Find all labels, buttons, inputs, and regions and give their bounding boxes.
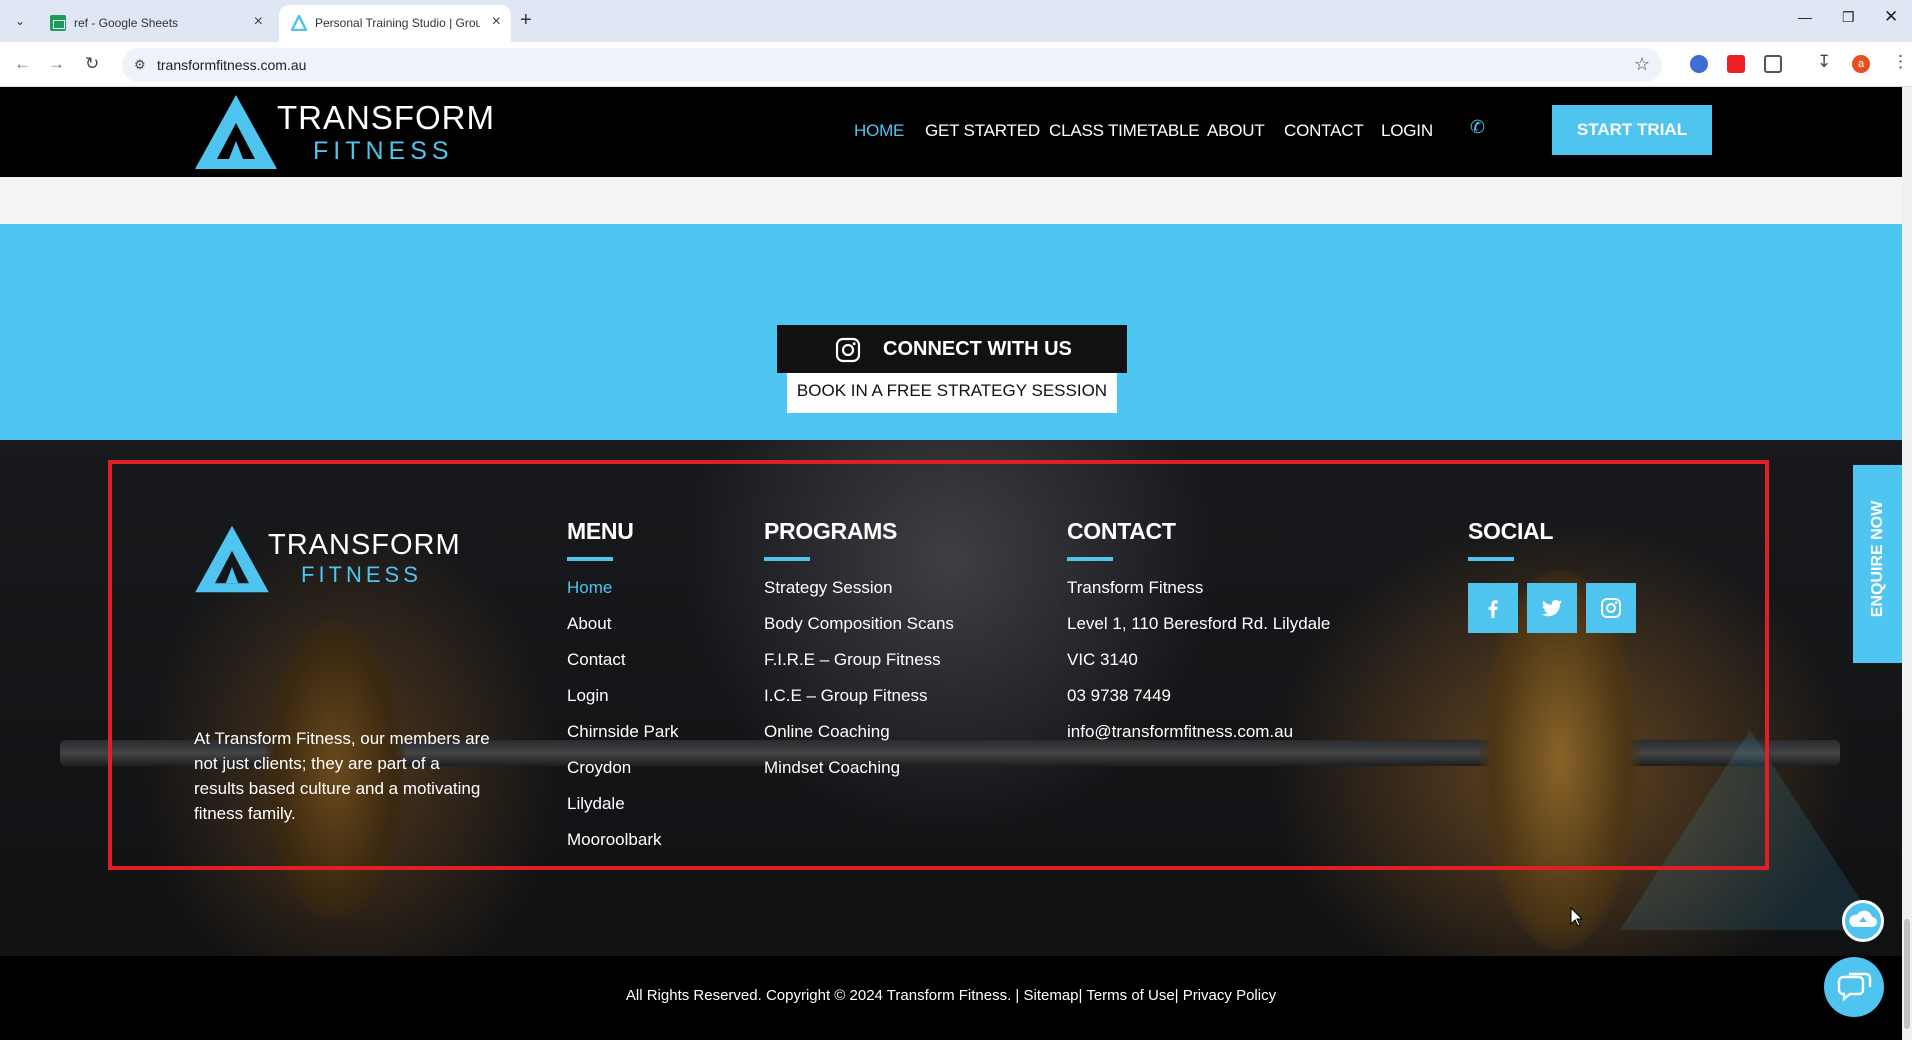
enquire-now-label: ENQUIRE NOW <box>1869 500 1886 618</box>
menu-link-about[interactable]: About <box>567 614 679 650</box>
nav-about[interactable]: ABOUT <box>1207 121 1265 141</box>
site-info-icon[interactable]: ⚙ <box>134 57 146 73</box>
address-bar[interactable]: ⚙ transformfitness.com.au ☆ <box>122 48 1662 82</box>
page-scrollbar[interactable] <box>1902 87 1912 1040</box>
menu-link-home[interactable]: Home <box>567 578 679 614</box>
program-link-fire[interactable]: F.I.R.E – Group Fitness <box>764 650 954 686</box>
facebook-icon <box>1488 600 1498 618</box>
profile-avatar[interactable]: a <box>1852 55 1870 73</box>
sheets-icon <box>50 15 66 31</box>
extension-shield-icon[interactable] <box>1727 55 1745 73</box>
program-link-ice[interactable]: I.C.E – Group Fitness <box>764 686 954 722</box>
logo-text-transform: TRANSFORM <box>268 529 461 561</box>
nav-home[interactable]: HOME <box>854 121 904 141</box>
twitter-button[interactable] <box>1527 583 1577 633</box>
social-heading: SOCIAL <box>1468 518 1554 544</box>
bookmark-star-icon[interactable]: ☆ <box>1634 54 1650 75</box>
instagram-icon <box>835 337 861 363</box>
book-strategy-session-button[interactable]: BOOK IN A FREE STRATEGY SESSION <box>787 373 1117 413</box>
scrollbar-thumb[interactable] <box>1904 919 1910 1029</box>
contact-name: Transform Fitness <box>1067 578 1204 597</box>
mouse-cursor-icon <box>1570 907 1584 927</box>
browser-menu-icon[interactable]: ⋮ <box>1892 52 1909 72</box>
twitter-icon <box>1542 599 1562 617</box>
menu-link-lilydale[interactable]: Lilydale <box>567 794 679 830</box>
reload-icon[interactable]: ↻ <box>85 54 99 74</box>
chat-bubble-icon <box>1837 972 1872 1002</box>
browser-tab-sheets[interactable]: ref - Google Sheets × <box>38 5 273 42</box>
close-window-icon[interactable]: ✕ <box>1884 7 1898 27</box>
nav-get-started[interactable]: GET STARTED <box>925 121 1040 141</box>
heading-underline <box>1468 557 1514 561</box>
menu-link-login[interactable]: Login <box>567 686 679 722</box>
menu-link-mooroolbark[interactable]: Mooroolbark <box>567 830 679 866</box>
logo-text-fitness: FITNESS <box>313 137 454 165</box>
footer-description: At Transform Fitness, our members are no… <box>194 729 490 823</box>
logo-text-transform: TRANSFORM <box>277 99 495 136</box>
menu-link-contact[interactable]: Contact <box>567 650 679 686</box>
close-tab-icon[interactable]: × <box>492 13 501 31</box>
heading-underline <box>1067 557 1113 561</box>
menu-list: Home About Contact Login Chirnside Park … <box>567 578 679 866</box>
extensions-puzzle-icon[interactable] <box>1764 55 1782 73</box>
heading-underline <box>567 557 613 561</box>
cloud-up-icon <box>1849 910 1877 927</box>
footer: TRANSFORM FITNESS At Transform Fitness, … <box>0 440 1902 956</box>
nav-login[interactable]: LOGIN <box>1381 121 1433 141</box>
header-logo[interactable]: TRANSFORM FITNESS <box>193 93 494 171</box>
tab-title: ref - Google Sheets <box>74 16 179 30</box>
nav-contact[interactable]: CONTACT <box>1284 121 1364 141</box>
new-tab-icon[interactable]: + <box>520 9 532 31</box>
contact-heading: CONTACT <box>1067 518 1176 544</box>
browser-tab-transform[interactable]: Personal Training Studio | Group × <box>279 5 511 42</box>
contact-list: Transform Fitness Level 1, 110 Beresford… <box>1067 578 1330 758</box>
start-trial-button[interactable]: START TRIAL <box>1552 105 1712 155</box>
page-viewport: TRANSFORM FITNESS HOME GET STARTED CLASS… <box>0 87 1902 1040</box>
tab-title: Personal Training Studio | Group <box>315 16 480 30</box>
programs-list: Strategy Session Body Composition Scans … <box>764 578 954 794</box>
nav-class-timetable[interactable]: CLASS TIMETABLE <box>1049 121 1200 141</box>
contact-address: Level 1, 110 Beresford Rd. Lilydale <box>1067 614 1331 633</box>
program-link-strategy-session[interactable]: Strategy Session <box>764 578 954 614</box>
tab-search-chevron-icon[interactable]: ⌄ <box>8 9 32 33</box>
close-tab-icon[interactable]: × <box>254 13 263 31</box>
contact-email[interactable]: info@transformfitness.com.au <box>1067 722 1330 758</box>
chat-button[interactable] <box>1824 957 1884 1017</box>
instagram-button[interactable] <box>1586 583 1636 633</box>
menu-link-chirnside-park[interactable]: Chirnside Park <box>567 722 679 758</box>
copyright-text: All Rights Reserved. Copyright © 2024 Tr… <box>625 987 1277 1004</box>
minimize-icon[interactable]: — <box>1798 9 1812 25</box>
back-icon[interactable]: ← <box>14 54 31 74</box>
extension-icon[interactable] <box>1690 55 1708 73</box>
footer-logo[interactable]: TRANSFORM FITNESS <box>193 524 460 594</box>
connect-with-us-button[interactable]: CONNECT WITH US <box>777 325 1127 373</box>
transform-favicon <box>291 15 307 31</box>
heading-underline <box>764 557 810 561</box>
program-link-body-composition[interactable]: Body Composition Scans <box>764 614 954 650</box>
browser-toolbar: ← → ↻ ⚙ transformfitness.com.au ☆ ↧ a ⋮ <box>0 42 1912 87</box>
scroll-to-top-button[interactable] <box>1842 900 1884 942</box>
url-text[interactable]: transformfitness.com.au <box>157 57 306 73</box>
contact-phone[interactable]: 03 9738 7449 <box>1067 686 1330 722</box>
logo-text-fitness: FITNESS <box>301 562 422 587</box>
enquire-now-tab[interactable]: ENQUIRE NOW <box>1853 465 1902 663</box>
logo-triangle-icon <box>195 525 269 593</box>
forward-icon[interactable]: → <box>48 54 65 74</box>
browser-tab-bar: ⌄ ref - Google Sheets × Personal Trainin… <box>0 0 1912 42</box>
connect-label: CONNECT WITH US <box>883 338 1072 360</box>
program-link-online-coaching[interactable]: Online Coaching <box>764 722 954 758</box>
logo-triangle-icon <box>195 95 277 169</box>
menu-heading: MENU <box>567 518 634 544</box>
menu-link-croydon[interactable]: Croydon <box>567 758 679 794</box>
site-header: TRANSFORM FITNESS HOME GET STARTED CLASS… <box>0 87 1902 177</box>
phone-icon[interactable]: ✆ <box>1470 117 1490 139</box>
download-icon[interactable]: ↧ <box>1817 52 1831 72</box>
facebook-button[interactable] <box>1468 583 1518 633</box>
program-link-mindset-coaching[interactable]: Mindset Coaching <box>764 758 954 794</box>
restore-icon[interactable]: ❐ <box>1842 9 1855 26</box>
instagram-icon <box>1601 598 1621 618</box>
contact-state: VIC 3140 <box>1067 650 1138 669</box>
programs-heading: PROGRAMS <box>764 518 898 544</box>
